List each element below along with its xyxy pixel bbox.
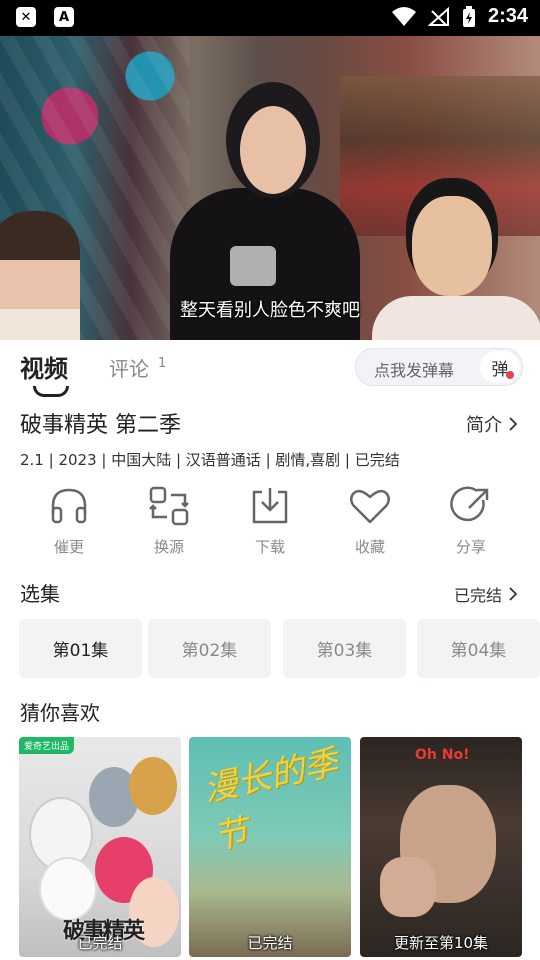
action-row: 催更 换源 下载 收藏 分享	[0, 484, 540, 564]
switch-source-button[interactable]: 换源	[119, 484, 219, 557]
heart-icon	[350, 489, 390, 524]
poster-hand	[380, 857, 436, 917]
danmu-input[interactable]: 点我发弹幕 弹	[355, 348, 523, 386]
episode-item[interactable]: 第04集	[417, 619, 540, 678]
headphones-icon	[51, 488, 87, 524]
episode-item[interactable]: 第01集	[19, 619, 142, 678]
download-label: 下载	[254, 538, 285, 556]
intro-link[interactable]: 简介	[466, 411, 518, 437]
download-button[interactable]: 下载	[220, 484, 320, 557]
system-indicators: 2:34	[391, 5, 528, 28]
tab-video[interactable]: 视频	[20, 349, 68, 384]
no-signal-icon	[427, 6, 449, 26]
show-meta: 2.1 | 2023 | 中国大陆 | 汉语普通话 | 剧情,喜剧 | 已完结	[20, 451, 400, 469]
comments-count: 1	[158, 356, 167, 371]
share-button[interactable]: 分享	[421, 484, 521, 557]
episodes-status: 已完结	[453, 586, 502, 605]
video-subtitle: 整天看别人脸色不爽吧	[180, 300, 360, 321]
recommend-card[interactable]: Oh No! 更新至第10集	[360, 737, 522, 957]
favorite-label: 收藏	[354, 538, 385, 556]
tab-comments[interactable]: 评论	[109, 353, 149, 382]
status-bar: ✕ A 2:34	[0, 0, 540, 36]
share-label: 分享	[455, 538, 486, 556]
danmu-toggle-button[interactable]: 弹	[480, 351, 520, 383]
danmu-status-dot	[506, 371, 514, 379]
recommend-card[interactable]: 漫长的季节 已完结	[189, 737, 351, 957]
urge-update-label: 催更	[53, 538, 84, 556]
download-icon	[252, 488, 288, 524]
switch-source-icon	[149, 486, 189, 526]
poster-title-text: Oh No!	[415, 747, 470, 763]
danmu-placeholder: 点我发弹幕	[374, 361, 455, 380]
battery-charging-icon	[462, 5, 475, 27]
recommend-card[interactable]: 爱奇艺出品 破事精英 已完结	[19, 737, 181, 957]
recommend-caption: 已完结	[77, 934, 123, 952]
shield-x-icon: ✕	[16, 7, 36, 27]
font-a-icon: A	[54, 7, 74, 27]
episodes-heading: 选集	[20, 582, 60, 606]
poster-title-text: 漫长的季节	[200, 742, 342, 858]
switch-source-label: 换源	[153, 538, 184, 556]
notification-icons: ✕ A	[16, 7, 74, 27]
chevron-right-icon	[509, 587, 518, 601]
recommend-caption: 更新至第10集	[393, 934, 489, 952]
urge-update-button[interactable]: 催更	[19, 484, 119, 557]
show-title: 破事精英 第二季	[20, 413, 181, 438]
recommend-badge: 爱奇艺出品	[19, 737, 75, 754]
clock: 2:34	[487, 5, 528, 27]
video-player[interactable]: 整天看别人脸色不爽吧	[0, 36, 540, 340]
recommend-heading: 猜你喜欢	[20, 701, 100, 725]
chevron-right-icon	[509, 417, 518, 431]
episode-item[interactable]: 第02集	[148, 619, 271, 678]
tab-active-indicator	[33, 386, 69, 397]
episodes-all-link[interactable]: 已完结	[454, 582, 518, 606]
intro-label: 简介	[466, 415, 502, 436]
episode-item[interactable]: 第03集	[283, 619, 406, 678]
favorite-button[interactable]: 收藏	[320, 484, 420, 557]
recommend-caption: 已完结	[247, 934, 293, 952]
share-icon	[450, 486, 489, 522]
wifi-icon	[391, 6, 416, 26]
content-tabs: 视频 评论 1 点我发弹幕 弹	[0, 340, 540, 397]
